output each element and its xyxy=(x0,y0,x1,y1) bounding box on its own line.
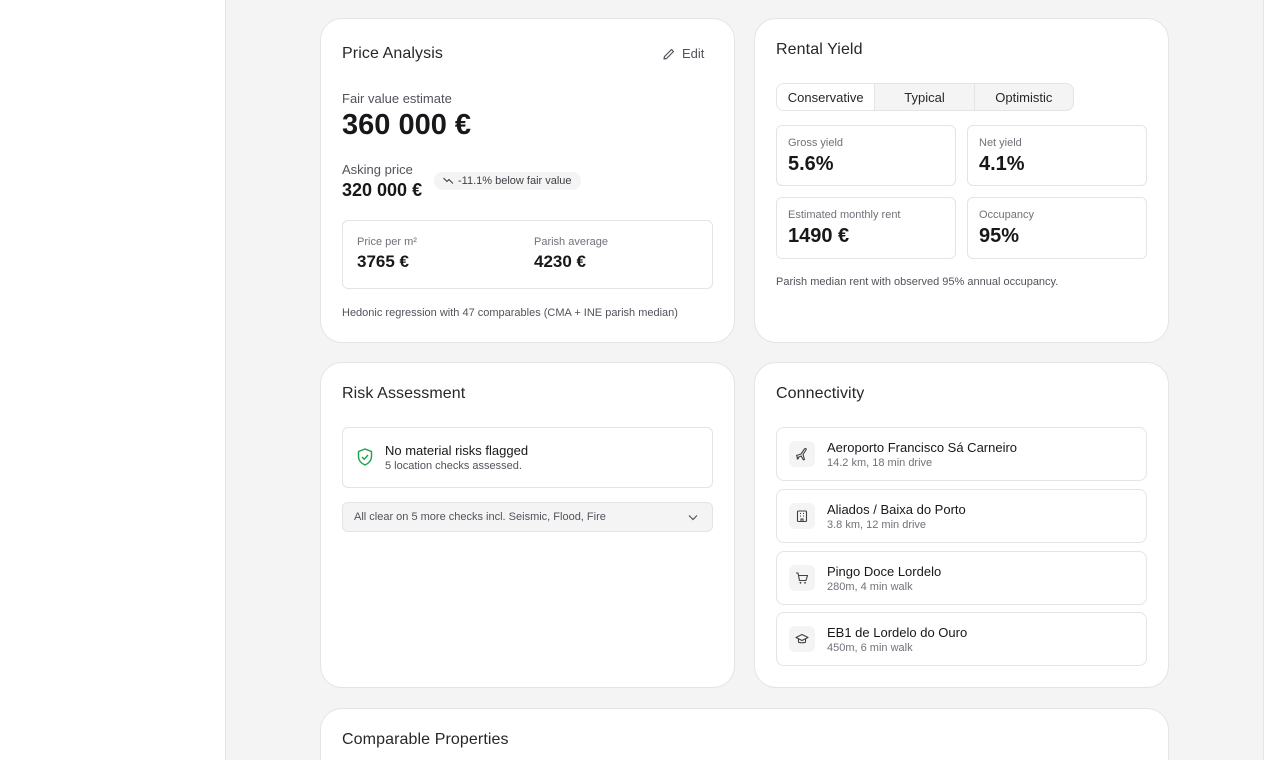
shield-check-icon xyxy=(357,448,373,471)
asking-price-label: Asking price xyxy=(342,162,413,177)
connectivity-item[interactable]: EB1 de Lordelo do Ouro 450m, 6 min walk xyxy=(776,612,1147,666)
plane-icon xyxy=(789,441,815,467)
building-icon xyxy=(789,503,815,529)
edit-button[interactable]: Edit xyxy=(662,46,704,61)
comparable-properties-title: Comparable Properties xyxy=(342,731,509,748)
connectivity-item-name: Pingo Doce Lordelo xyxy=(827,564,942,579)
trending-down-icon xyxy=(443,177,454,184)
risk-status-detail: 5 location checks assessed. xyxy=(385,460,522,472)
parish-average-label: Parish average xyxy=(534,236,608,248)
price-analysis-title: Price Analysis xyxy=(342,45,443,62)
connectivity-title: Connectivity xyxy=(776,385,865,402)
connectivity-item[interactable]: Aliados / Baixa do Porto 3.8 km, 12 min … xyxy=(776,489,1147,543)
parish-average-value: 4230 € xyxy=(534,252,586,271)
pencil-icon xyxy=(663,48,675,60)
edit-label: Edit xyxy=(682,46,705,61)
gross-yield-value: 5.6% xyxy=(788,153,834,175)
scenario-toggle: Conservative Typical Optimistic xyxy=(776,83,1074,111)
net-yield-label: Net yield xyxy=(979,137,1022,149)
cart-icon xyxy=(789,565,815,591)
monthly-rent-label: Estimated monthly rent xyxy=(788,209,901,221)
price-per-m2-value: 3765 € xyxy=(357,252,409,271)
left-sidebar-panel xyxy=(0,0,226,760)
monthly-rent-value: 1490 € xyxy=(788,225,850,247)
rental-yield-footnote: Parish median rent with observed 95% ann… xyxy=(776,276,1059,288)
scenario-optimistic-button[interactable]: Optimistic xyxy=(975,84,1073,110)
rental-yield-title: Rental Yield xyxy=(776,41,863,58)
risk-assessment-title: Risk Assessment xyxy=(342,385,466,402)
fair-value-label: Fair value estimate xyxy=(342,91,452,106)
more-checks-label: All clear on 5 more checks incl. Seismic… xyxy=(354,511,606,523)
connectivity-item[interactable]: Pingo Doce Lordelo 280m, 4 min walk xyxy=(776,551,1147,605)
connectivity-item-name: Aeroporto Francisco Sá Carneiro xyxy=(827,440,1018,455)
connectivity-item-name: EB1 de Lordelo do Ouro xyxy=(827,625,968,640)
price-per-m2-label: Price per m² xyxy=(357,236,417,248)
chevron-down-icon xyxy=(688,515,698,521)
price-analysis-footnote: Hedonic regression with 47 comparables (… xyxy=(342,307,678,319)
school-icon xyxy=(789,626,815,652)
right-scrollbar-edge xyxy=(1263,0,1270,760)
net-yield-value: 4.1% xyxy=(979,153,1025,175)
connectivity-item-meta: 3.8 km, 12 min drive xyxy=(827,519,927,531)
scenario-conservative-button[interactable]: Conservative xyxy=(777,84,876,110)
occupancy-label: Occupancy xyxy=(979,209,1035,221)
fair-value-amount: 360 000 € xyxy=(342,109,472,141)
connectivity-item-meta: 280m, 4 min walk xyxy=(827,581,913,593)
below-fair-value-badge: -11.1% below fair value xyxy=(434,172,581,190)
scenario-typical-button[interactable]: Typical xyxy=(875,84,975,110)
risk-status-title: No material risks flagged xyxy=(385,443,529,458)
gross-yield-label: Gross yield xyxy=(788,137,844,149)
below-fair-value-text: -11.1% below fair value xyxy=(458,175,572,187)
connectivity-item-meta: 450m, 6 min walk xyxy=(827,642,913,654)
more-checks-expander[interactable]: All clear on 5 more checks incl. Seismic… xyxy=(342,502,713,532)
occupancy-value: 95% xyxy=(979,225,1020,247)
connectivity-item[interactable]: Aeroporto Francisco Sá Carneiro 14.2 km,… xyxy=(776,427,1147,481)
asking-price-amount: 320 000 € xyxy=(342,180,423,200)
connectivity-item-meta: 14.2 km, 18 min drive xyxy=(827,457,933,469)
connectivity-item-name: Aliados / Baixa do Porto xyxy=(827,502,966,517)
